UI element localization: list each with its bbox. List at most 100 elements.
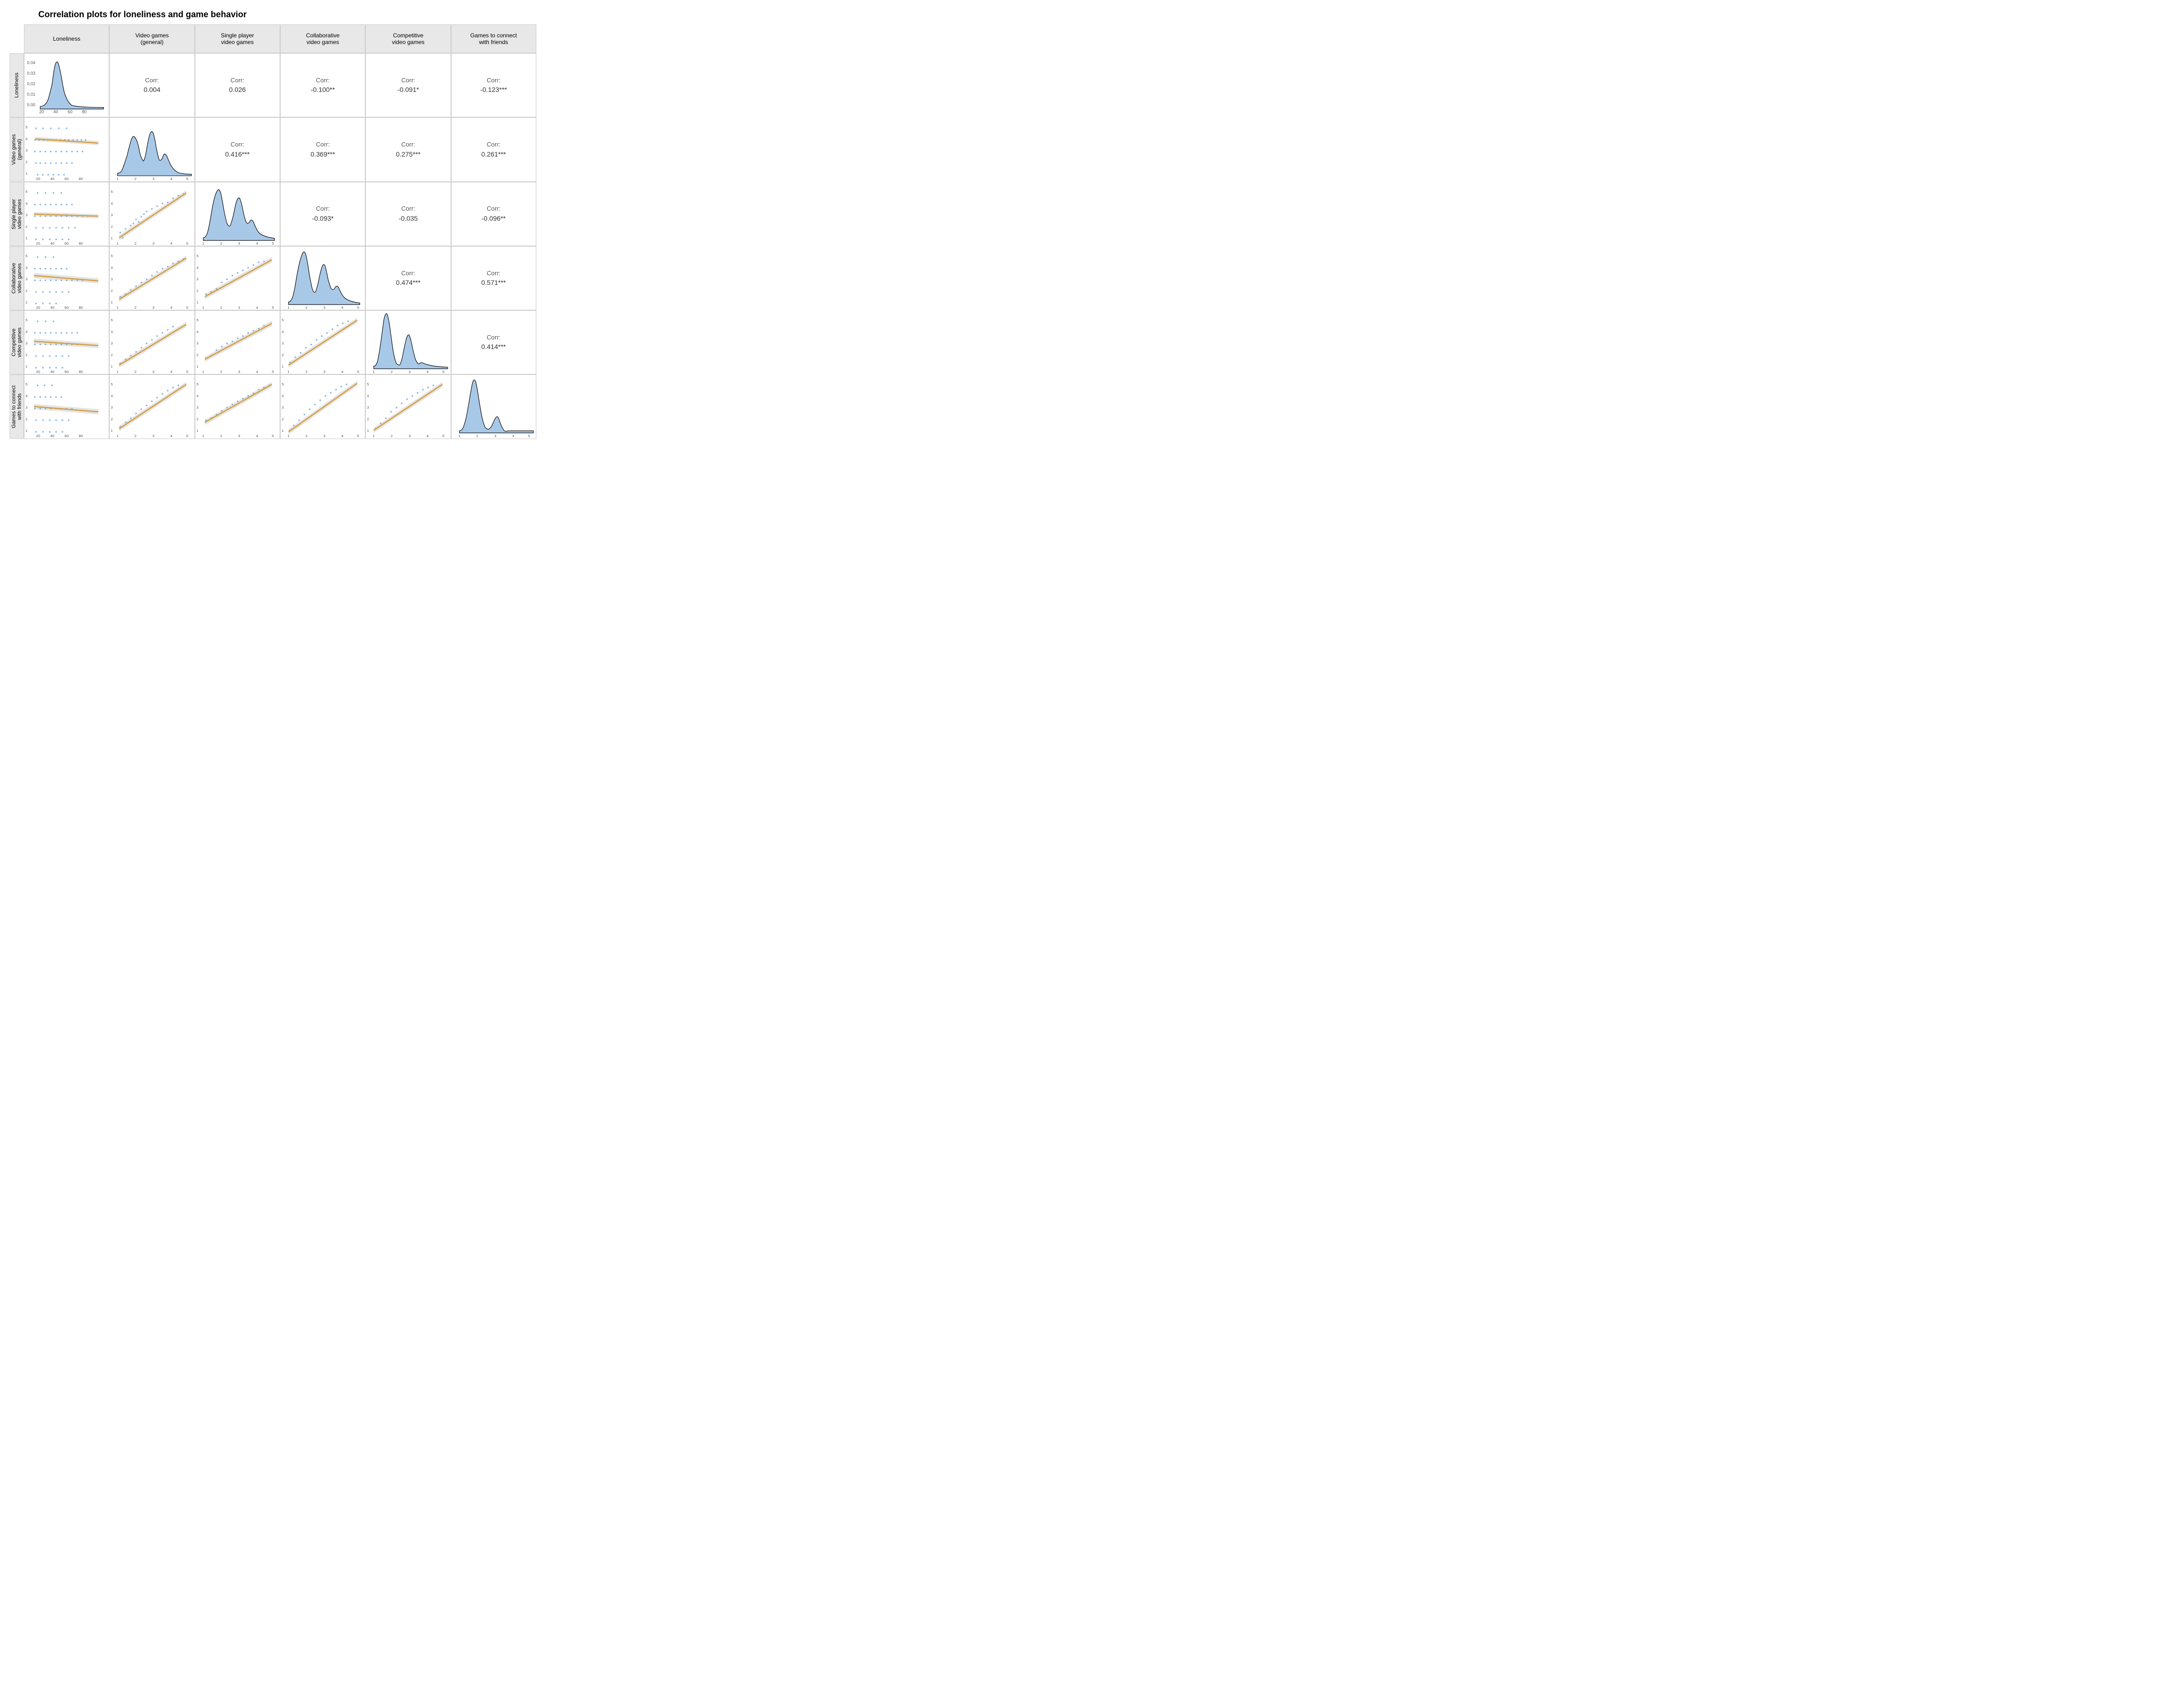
svg-text:5: 5 <box>357 434 359 438</box>
svg-text:1: 1 <box>196 364 198 369</box>
svg-text:1: 1 <box>202 434 204 438</box>
svg-text:4: 4 <box>25 201 28 205</box>
col-header-1: Loneliness <box>24 24 109 53</box>
svg-text:1: 1 <box>117 177 119 181</box>
svg-text:40: 40 <box>50 434 55 438</box>
svg-text:1: 1 <box>111 429 113 433</box>
svg-text:3: 3 <box>25 406 27 410</box>
svg-text:4: 4 <box>170 305 173 310</box>
svg-text:40: 40 <box>50 177 55 181</box>
svg-text:5: 5 <box>25 254 27 258</box>
svg-text:3: 3 <box>153 370 155 374</box>
cell-r5c3: 5 4 3 2 1 <box>195 310 280 374</box>
svg-text:0.04: 0.04 <box>27 60 35 65</box>
svg-text:1: 1 <box>196 429 198 433</box>
row-header-2: Video games(general) <box>10 117 24 181</box>
svg-text:4: 4 <box>111 329 113 334</box>
svg-text:2: 2 <box>306 370 307 374</box>
cell-r4c4: 1 2 3 4 5 <box>280 246 365 310</box>
svg-text:3: 3 <box>111 213 113 217</box>
svg-text:1: 1 <box>111 364 113 369</box>
col-header-4: Collaborativevideo games <box>280 24 365 53</box>
row-header-1: Loneliness <box>10 53 24 117</box>
cell-r3c6: Corr: -0.096** <box>451 182 536 246</box>
svg-text:3: 3 <box>196 406 198 410</box>
cell-r1c4: Corr: -0.100** <box>280 53 365 117</box>
svg-text:2: 2 <box>196 417 198 421</box>
svg-text:4: 4 <box>256 241 258 246</box>
svg-text:2: 2 <box>25 353 27 357</box>
svg-text:5: 5 <box>25 190 27 194</box>
svg-text:20: 20 <box>36 177 40 181</box>
cell-r2c6: Corr: 0.261*** <box>451 117 536 181</box>
svg-text:2: 2 <box>220 370 222 374</box>
svg-text:5: 5 <box>111 254 113 258</box>
svg-text:4: 4 <box>282 329 284 334</box>
svg-text:1: 1 <box>196 300 198 305</box>
svg-text:5: 5 <box>282 382 283 386</box>
svg-text:5: 5 <box>272 434 273 438</box>
svg-text:1: 1 <box>25 364 27 369</box>
svg-text:3: 3 <box>238 370 240 374</box>
svg-text:40: 40 <box>54 110 58 114</box>
svg-text:2: 2 <box>135 177 136 181</box>
svg-text:40: 40 <box>50 370 55 374</box>
svg-text:60: 60 <box>65 370 69 374</box>
svg-text:1: 1 <box>25 429 27 433</box>
svg-text:3: 3 <box>111 341 113 346</box>
svg-text:2: 2 <box>25 224 27 228</box>
svg-text:1: 1 <box>287 370 289 374</box>
svg-text:2: 2 <box>196 289 198 293</box>
svg-text:1: 1 <box>202 370 204 374</box>
svg-text:20: 20 <box>39 110 44 114</box>
svg-text:2: 2 <box>135 434 136 438</box>
cell-r1c1: 0.04 0.03 0.02 0.01 0.00 20 40 60 80 <box>24 53 109 117</box>
svg-text:2: 2 <box>25 160 27 164</box>
svg-text:1: 1 <box>287 305 289 310</box>
svg-text:5: 5 <box>111 318 113 322</box>
svg-text:4: 4 <box>367 394 370 398</box>
svg-text:3: 3 <box>409 434 411 438</box>
svg-text:80: 80 <box>79 370 83 374</box>
svg-text:3: 3 <box>25 341 27 346</box>
cell-r2c4: Corr: 0.369*** <box>280 117 365 181</box>
svg-text:1: 1 <box>117 241 119 246</box>
svg-text:4: 4 <box>25 137 28 141</box>
svg-text:4: 4 <box>25 329 28 334</box>
cell-r6c3: 5 4 3 2 1 <box>195 374 280 439</box>
svg-text:5: 5 <box>186 370 188 374</box>
svg-text:4: 4 <box>170 434 173 438</box>
svg-text:3: 3 <box>409 370 411 374</box>
svg-text:3: 3 <box>323 434 325 438</box>
svg-text:3: 3 <box>282 406 283 410</box>
svg-text:5: 5 <box>272 241 273 246</box>
cell-r1c6: Corr: -0.123*** <box>451 53 536 117</box>
svg-text:3: 3 <box>111 277 113 281</box>
svg-text:80: 80 <box>79 177 83 181</box>
cell-r4c2: 5 4 3 2 1 <box>109 246 194 310</box>
svg-text:60: 60 <box>65 241 69 246</box>
svg-text:1: 1 <box>111 300 113 305</box>
svg-text:2: 2 <box>111 289 113 293</box>
svg-text:3: 3 <box>282 341 283 346</box>
svg-text:60: 60 <box>68 110 72 114</box>
svg-text:5: 5 <box>367 382 369 386</box>
col-header-3: Single playervideo games <box>195 24 280 53</box>
svg-text:4: 4 <box>512 434 514 438</box>
svg-text:1: 1 <box>282 429 283 433</box>
cell-r5c1: 5 4 3 2 1 <box>24 310 109 374</box>
svg-text:3: 3 <box>323 305 325 310</box>
cell-r4c5: Corr: 0.474*** <box>365 246 451 310</box>
cell-r2c1: 5 4 3 2 1 <box>24 117 109 181</box>
svg-text:5: 5 <box>186 305 188 310</box>
svg-text:80: 80 <box>79 434 83 438</box>
svg-text:5: 5 <box>25 125 27 129</box>
col-header-6: Games to connectwith friends <box>451 24 536 53</box>
svg-text:2: 2 <box>111 417 113 421</box>
svg-text:5: 5 <box>111 190 113 194</box>
svg-text:5: 5 <box>357 305 359 310</box>
svg-text:1: 1 <box>287 434 289 438</box>
svg-text:20: 20 <box>36 241 40 246</box>
svg-text:4: 4 <box>196 265 199 270</box>
svg-text:4: 4 <box>427 434 429 438</box>
